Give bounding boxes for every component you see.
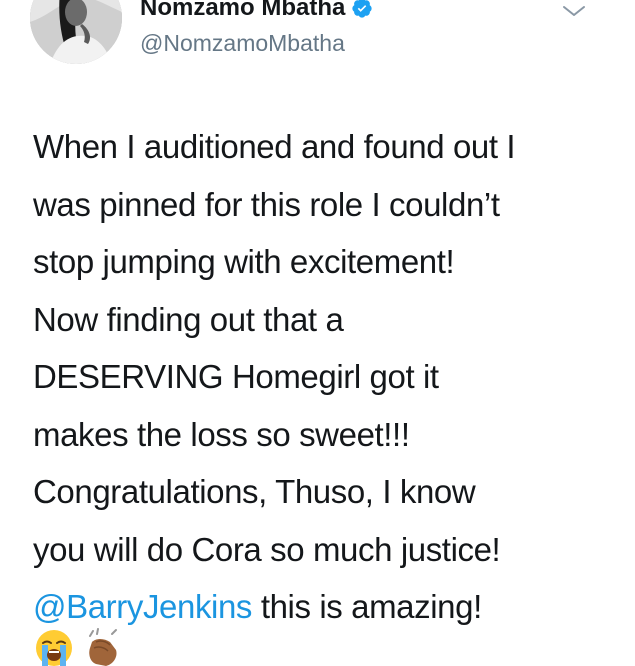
author-handle[interactable]: @NomzamoMbatha xyxy=(140,30,345,57)
tweet-text: When I auditioned and found out I was pi… xyxy=(33,118,623,636)
tweet-card: Nomzamo Mbatha @NomzamoMbatha When I aud… xyxy=(0,0,635,666)
tweet-line: Now finding out that a xyxy=(33,300,344,338)
avatar-photo xyxy=(30,0,122,64)
tweet-line: you will do Cora so much justice! xyxy=(33,530,501,568)
loudly-crying-face-icon xyxy=(34,628,74,666)
author-display-name[interactable]: Nomzamo Mbatha xyxy=(140,0,345,22)
tweet-mention-line: @BarryJenkins this is amazing! xyxy=(33,578,623,636)
clapping-hands-icon xyxy=(82,628,122,666)
tweet-line: makes the loss so sweet!!! xyxy=(33,415,410,453)
tweet-line: DESERVING Homegirl got it xyxy=(33,358,439,395)
tweet-line: Congratulations, Thuso, I know xyxy=(33,473,476,510)
emoji-row xyxy=(34,628,122,666)
tweet-line: was pinned for this role I couldn’t xyxy=(33,185,500,223)
tweet-line: When I auditioned and found out I xyxy=(33,128,516,165)
author-name-row: Nomzamo Mbatha xyxy=(140,0,373,22)
mention-link[interactable]: @BarryJenkins xyxy=(33,588,252,625)
verified-badge-icon xyxy=(351,0,373,19)
tweet-line: stop jumping with excitement! xyxy=(33,243,455,280)
avatar[interactable] xyxy=(30,0,122,64)
chevron-down-icon[interactable] xyxy=(560,0,588,22)
tweet-line-tail: this is amazing! xyxy=(252,588,482,625)
